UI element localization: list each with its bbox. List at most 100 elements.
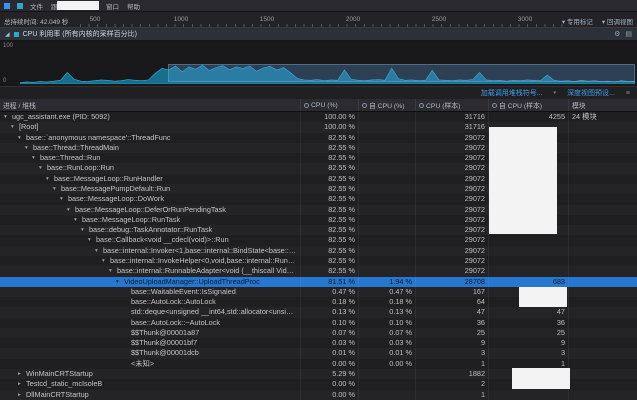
- column-header-label: 自 CPU (样本): [499, 100, 542, 110]
- cpu-section-header[interactable]: ◢ CPU 利用率 (所有内核的采样百分比) ⚙ ▤: [0, 28, 637, 41]
- redaction-overlay: [489, 127, 557, 234]
- cell-module: [568, 194, 637, 204]
- cell-samples: 29072: [415, 225, 488, 235]
- column-header[interactable]: 自 CPU (样本): [488, 99, 568, 111]
- cell-samples: 29072: [415, 256, 488, 266]
- expander-icon[interactable]: ▾: [46, 174, 54, 184]
- stack-frame-label: DllMainCRTStartup: [26, 390, 89, 400]
- expander-icon[interactable]: ▾: [88, 235, 96, 245]
- cell-samples: 47: [415, 307, 488, 317]
- cpu-usage-graph[interactable]: 100 0: [0, 41, 637, 87]
- column-header[interactable]: CPU (%): [300, 99, 358, 111]
- stack-frame-label: $$Thunk@00001dcb: [131, 348, 199, 358]
- cpu-usage-plot-area[interactable]: [20, 43, 635, 84]
- expander-icon[interactable]: ▾: [109, 266, 117, 276]
- cell-samples: 36: [415, 318, 488, 328]
- time-selection-overlay[interactable]: [168, 64, 635, 82]
- expander-icon[interactable]: ▾: [39, 163, 47, 173]
- expander-icon[interactable]: ▾: [53, 184, 61, 194]
- expander-icon[interactable]: ▾: [4, 112, 12, 122]
- stack-frame-label: VideoUploadManager::UploadThreadProc: [124, 277, 260, 287]
- table-view-icon[interactable]: ▤: [625, 30, 632, 38]
- expander-icon[interactable]: ▾: [95, 246, 103, 256]
- cell-self_samples: 683: [488, 277, 568, 287]
- menu-item[interactable]: 文件: [30, 1, 43, 11]
- section-collapse-icon[interactable]: ◢: [5, 31, 10, 38]
- expander-icon[interactable]: ▾: [81, 225, 89, 235]
- cell-cpu: 82.55 %: [300, 215, 358, 225]
- y-axis-min-label: 0: [3, 78, 6, 84]
- cell-self_samples: [488, 246, 568, 256]
- expander-icon[interactable]: ▾: [74, 215, 82, 225]
- cell-self: 0.18 %: [358, 297, 415, 307]
- cell-self: [358, 205, 415, 215]
- cell-self: 0.13 %: [358, 307, 415, 317]
- expander-icon[interactable]: ▸: [18, 369, 26, 379]
- stack-frame-label: base::internal::RunnableAdapter<void (__…: [117, 266, 297, 276]
- cpu-section-title: CPU 利用率 (所有内核的采样百分比): [23, 29, 137, 39]
- load-symbols-link[interactable]: 加载调用堆栈符号...: [481, 88, 543, 98]
- column-header[interactable]: 进程 / 堆栈: [0, 99, 300, 111]
- menu-burger-icon[interactable]: ≡: [626, 90, 630, 97]
- column-aggregation-icon: [492, 103, 497, 108]
- cell-cpu: 100.00 %: [300, 112, 358, 122]
- expander-icon[interactable]: ▾: [18, 133, 26, 143]
- y-axis-max-label: 100: [3, 43, 13, 49]
- column-header[interactable]: CPU (样本): [415, 99, 488, 111]
- cell-self: [358, 153, 415, 163]
- cell-samples: 29072: [415, 194, 488, 204]
- table-row[interactable]: ▾base::internal::InvokeHelper<0,void,bas…: [0, 256, 637, 266]
- table-row[interactable]: ▾base::Callback<void __cdecl(void)>::Run…: [0, 235, 637, 245]
- table-row[interactable]: base::AutoLock::~AutoLock0.10 %0.10 %363…: [0, 318, 637, 328]
- table-row[interactable]: ▾base::internal::Invoker<1,base::interna…: [0, 246, 637, 256]
- cell-module: [568, 143, 637, 153]
- expander-icon[interactable]: ▾: [102, 256, 110, 266]
- view-preset-link[interactable]: 深度视图预设...: [567, 88, 615, 98]
- menu-item[interactable]: 窗口: [106, 1, 119, 11]
- table-row[interactable]: $$Thunk@00001bf70.03 %0.03 %99: [0, 338, 637, 348]
- stack-frame-label: base::MessageLoop::RunTask: [82, 215, 180, 225]
- cell-module: [568, 318, 637, 328]
- table-row[interactable]: $$Thunk@00001a870.07 %0.07 %2525: [0, 328, 637, 338]
- table-row[interactable]: ▸DllMainCRTStartup0.00 %1: [0, 390, 637, 400]
- cell-cpu: 82.55 %: [300, 246, 358, 256]
- expander-icon[interactable]: ▾: [67, 205, 75, 215]
- column-header-label: 模块: [572, 100, 586, 110]
- menu-item[interactable]: 帮助: [127, 1, 140, 11]
- cell-samples: 29072: [415, 215, 488, 225]
- cell-cpu: 5.29 %: [300, 369, 358, 379]
- table-row-selected[interactable]: ▾VideoUploadManager::UploadThreadProc81.…: [0, 277, 637, 287]
- timeline-ruler[interactable]: 总持续时间: 42.049 秒 50010001500200025003000 …: [0, 12, 637, 28]
- table-row[interactable]: std::deque<unsigned __int64,std::allocat…: [0, 307, 637, 317]
- stack-frame-label: ugc_assistant.exe (PID: 5092): [12, 112, 110, 122]
- cell-self_samples: 36: [488, 318, 568, 328]
- table-row[interactable]: ▾base::internal::RunnableAdapter<void (_…: [0, 266, 637, 276]
- column-header[interactable]: 模块: [568, 99, 637, 111]
- stack-frame-label: base::RunLoop::Run: [47, 163, 114, 173]
- cell-samples: 29072: [415, 163, 488, 173]
- stack-frame-label: base::MessagePumpDefault::Run: [61, 184, 170, 194]
- expander-icon[interactable]: ▾: [32, 153, 40, 163]
- ruler-dropdown[interactable]: ▾ 专用标记: [562, 16, 593, 26]
- expander-icon[interactable]: ▾: [11, 122, 19, 132]
- expander-icon[interactable]: ▸: [18, 379, 26, 389]
- expander-icon[interactable]: ▸: [18, 390, 26, 400]
- table-row[interactable]: ▾ugc_assistant.exe (PID: 5092)100.00 %31…: [0, 112, 637, 122]
- cell-samples: 2: [415, 379, 488, 389]
- expander-icon[interactable]: ▾: [116, 277, 124, 287]
- cell-module: [568, 153, 637, 163]
- cell-cpu: 82.55 %: [300, 266, 358, 276]
- cell-samples: 29072: [415, 235, 488, 245]
- table-row[interactable]: $$Thunk@00001dcb0.01 %0.01 %33: [0, 348, 637, 358]
- cell-self: [358, 390, 415, 400]
- timeline-tick-label: 2000: [346, 16, 360, 23]
- column-header-label: 自 CPU (%): [369, 100, 405, 110]
- table-header: 进程 / 堆栈CPU (%) 自 CPU (%) CPU (样本) 自 CPU (样本…: [0, 99, 637, 112]
- gear-icon[interactable]: ⚙: [614, 30, 620, 38]
- ruler-dropdown[interactable]: ▾ 回调视图: [602, 16, 633, 26]
- expander-icon[interactable]: ▾: [60, 194, 68, 204]
- column-header[interactable]: 自 CPU (%): [358, 99, 415, 111]
- expander-icon[interactable]: ▾: [25, 143, 33, 153]
- cell-samples: 28708: [415, 277, 488, 287]
- cell-self: [358, 256, 415, 266]
